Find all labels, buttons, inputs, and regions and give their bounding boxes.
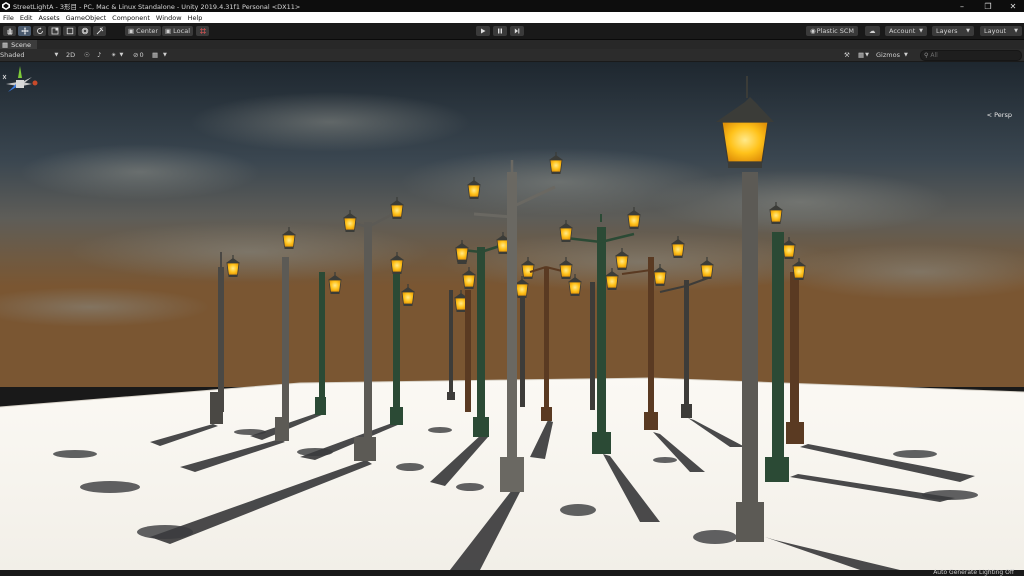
pivot-local-button[interactable]: ▣ Local bbox=[162, 26, 194, 36]
transform-tool-icon[interactable] bbox=[78, 26, 91, 36]
search-icon: ⚲ bbox=[924, 52, 929, 59]
chevron-down-icon: ▼ bbox=[54, 52, 59, 58]
plastic-scm-button[interactable]: ◉ Plastic SCM bbox=[806, 26, 859, 36]
plastic-scm-icon: ◉ bbox=[810, 27, 816, 35]
layout-label: Layout bbox=[984, 27, 1007, 35]
menu-bar: File Edit Assets GameObject Component Wi… bbox=[0, 12, 1024, 23]
maximize-icon[interactable]: ❐ bbox=[978, 0, 998, 12]
step-button[interactable] bbox=[510, 26, 524, 36]
cloud-icon: ☁ bbox=[869, 27, 876, 35]
draw-mode-dropdown[interactable]: Shaded ▼ bbox=[0, 50, 58, 60]
effects-dropdown-icon[interactable]: ✴ ▼ bbox=[111, 50, 123, 60]
menu-edit[interactable]: Edit bbox=[20, 14, 33, 22]
projection-toggle[interactable]: < Persp bbox=[987, 111, 1012, 119]
scale-tool-icon[interactable] bbox=[48, 26, 61, 36]
close-icon[interactable]: ✕ bbox=[1003, 0, 1023, 12]
layers-label: Layers bbox=[936, 27, 958, 35]
gizmos-label: Gizmos bbox=[876, 51, 900, 59]
tools-icon[interactable]: ⚒ bbox=[844, 50, 850, 60]
pivot-center-label: Center bbox=[136, 27, 159, 35]
menu-component[interactable]: Component bbox=[112, 14, 150, 22]
menu-gameobject[interactable]: GameObject bbox=[66, 14, 107, 22]
account-label: Account bbox=[889, 27, 916, 35]
draw-mode-label: Shaded bbox=[0, 51, 25, 59]
mode-2d-label: 2D bbox=[66, 51, 76, 59]
menu-file[interactable]: File bbox=[3, 14, 14, 22]
hidden-objects-icon: ⊘ bbox=[133, 51, 139, 59]
chevron-down-icon: ▼ bbox=[903, 52, 908, 58]
chevron-down-icon: ▼ bbox=[919, 28, 923, 34]
layers-dropdown[interactable]: Layers ▼ bbox=[932, 26, 974, 36]
move-tool-icon[interactable] bbox=[18, 26, 31, 36]
hand-tool-icon[interactable] bbox=[3, 26, 16, 36]
tab-bar: ▦ Scene bbox=[0, 40, 1024, 49]
scene-viewport[interactable]: < Persp bbox=[0, 62, 1024, 570]
plastic-scm-label: Plastic SCM bbox=[816, 27, 855, 35]
scene-render bbox=[0, 62, 1024, 570]
pivot-local-label: Local bbox=[173, 27, 191, 35]
minimize-icon[interactable]: – bbox=[952, 0, 972, 12]
mode-2d-toggle[interactable]: 2D bbox=[66, 50, 75, 60]
grid-snap-icon[interactable] bbox=[196, 26, 209, 36]
custom-tool-icon[interactable] bbox=[93, 26, 106, 36]
gizmos-dropdown[interactable]: Gizmos ▼ bbox=[876, 50, 908, 60]
grid-toggle-icon[interactable]: ▦ bbox=[152, 50, 158, 60]
chevron-down-icon: ▼ bbox=[966, 28, 970, 34]
scene-search-input[interactable]: ⚲ All bbox=[920, 50, 1022, 61]
pivot-center-button[interactable]: ▣ Center bbox=[125, 26, 162, 36]
hidden-objects-toggle[interactable]: ⊘ 0 bbox=[133, 50, 144, 60]
orientation-gizmo[interactable] bbox=[0, 62, 40, 110]
tab-scene[interactable]: ▦ Scene bbox=[0, 40, 37, 49]
grid-dropdown-icon[interactable]: ▼ bbox=[163, 50, 167, 60]
chevron-down-icon: ▼ bbox=[1014, 28, 1018, 34]
rotate-tool-icon[interactable] bbox=[33, 26, 46, 36]
account-dropdown[interactable]: Account ▼ bbox=[885, 26, 927, 36]
search-placeholder: All bbox=[930, 52, 938, 59]
scene-tab-label: Scene bbox=[11, 40, 31, 49]
camera-settings-icon[interactable]: ▦ ▼ bbox=[858, 50, 869, 60]
status-bar: Auto Generate Lighting Off bbox=[0, 569, 1024, 576]
pivot-center-icon: ▣ bbox=[128, 27, 135, 35]
scene-tab-icon: ▦ bbox=[2, 40, 9, 49]
menu-window[interactable]: Window bbox=[156, 14, 182, 22]
cloud-button[interactable]: ☁ bbox=[865, 26, 880, 36]
layout-dropdown[interactable]: Layout ▼ bbox=[980, 26, 1022, 36]
hidden-objects-count: 0 bbox=[139, 51, 144, 59]
window-title: StreetLightA - 3形目 - PC, Mac & Linux Sta… bbox=[13, 3, 301, 11]
main-toolbar: ▣ Center ▣ Local ◉ Plastic SCM ☁ Account ▼ L… bbox=[0, 23, 1024, 40]
pause-button[interactable] bbox=[493, 26, 507, 36]
pivot-local-icon: ▣ bbox=[165, 27, 172, 35]
menu-help[interactable]: Help bbox=[188, 14, 203, 22]
title-bar: StreetLightA - 3形目 - PC, Mac & Linux Sta… bbox=[0, 0, 1024, 12]
lighting-toggle-icon[interactable]: ☉ bbox=[84, 50, 90, 60]
scene-toolbar: Shaded ▼ 2D ☉ ♪ ✴ ▼ ⊘ 0 ▦ ▼ ⚒ ▦ ▼ Gizmos ▼ ⚲ A… bbox=[0, 49, 1024, 62]
audio-toggle-icon[interactable]: ♪ bbox=[97, 50, 101, 60]
lighting-status: Auto Generate Lighting Off bbox=[933, 569, 1014, 576]
unity-logo-icon bbox=[2, 2, 10, 10]
play-button[interactable] bbox=[476, 26, 490, 36]
rect-tool-icon[interactable] bbox=[63, 26, 76, 36]
menu-assets[interactable]: Assets bbox=[38, 14, 59, 22]
